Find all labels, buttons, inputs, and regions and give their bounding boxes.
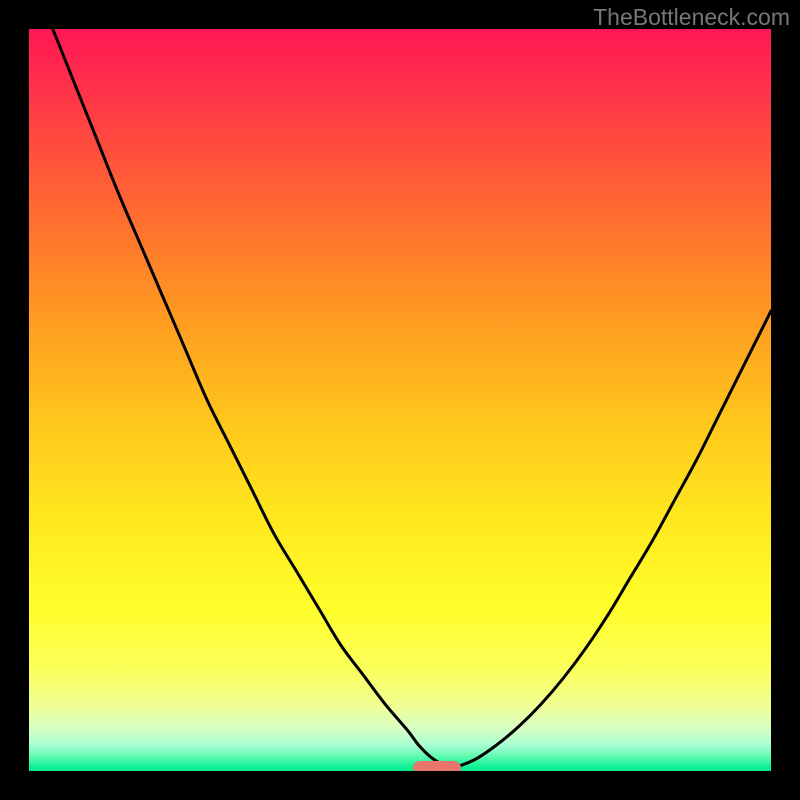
plot-area: [29, 29, 771, 771]
watermark-label: TheBottleneck.com: [593, 4, 790, 31]
bottleneck-curve: [29, 29, 771, 771]
chart-container: TheBottleneck.com: [0, 0, 800, 800]
optimal-point-marker: [413, 761, 461, 771]
